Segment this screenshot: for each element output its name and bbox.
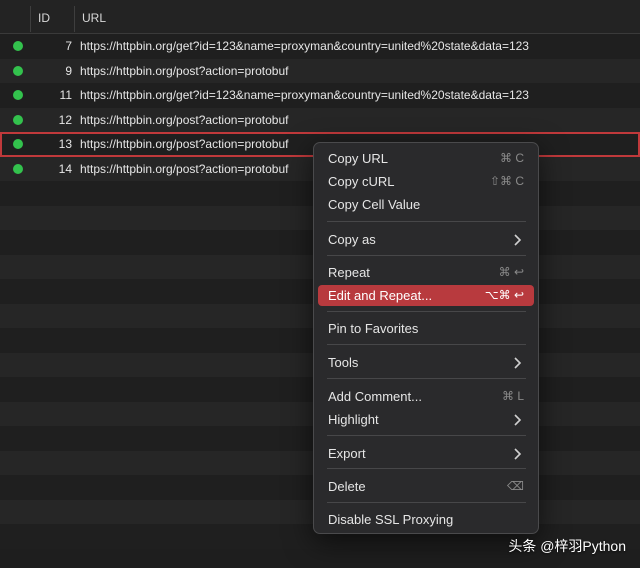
menu-item-label: Add Comment...	[328, 389, 422, 404]
cell-url: https://httpbin.org/post?action=protobuf	[80, 137, 289, 151]
menu-item-label: Copy as	[328, 232, 376, 247]
menu-item-delete[interactable]: Delete ⌫	[318, 476, 534, 497]
status-dot-icon	[13, 41, 23, 51]
table-header: ID URL	[0, 0, 640, 34]
menu-item-copy-as[interactable]: Copy as	[318, 229, 534, 250]
menu-item-copy-url[interactable]: Copy URL ⌘ C	[318, 148, 534, 169]
cell-url: https://httpbin.org/get?id=123&name=prox…	[80, 39, 529, 53]
menu-separator	[327, 221, 526, 222]
menu-item-label: Highlight	[328, 412, 379, 427]
context-menu: Copy URL ⌘ C Copy cURL ⇧⌘ C Copy Cell Value C…	[313, 142, 539, 534]
menu-item-label: Copy cURL	[328, 174, 395, 189]
menu-item-shortcut: ⌘ C	[500, 151, 524, 165]
menu-item-repeat[interactable]: Repeat ⌘ ↩	[318, 262, 534, 283]
menu-item-tools[interactable]: Tools	[318, 352, 534, 373]
table-row[interactable]: 7 https://httpbin.org/get?id=123&name=pro…	[0, 34, 640, 59]
menu-item-label: Edit and Repeat...	[328, 288, 433, 303]
cell-url: https://httpbin.org/get?id=123&name=prox…	[80, 88, 529, 102]
menu-item-shortcut: ⇧⌘ C	[489, 174, 524, 188]
menu-item-shortcut: ⌥⌘ ↩	[484, 288, 524, 302]
menu-item-copy-cell-value[interactable]: Copy Cell Value	[318, 194, 534, 215]
menu-item-highlight[interactable]: Highlight	[318, 409, 534, 430]
cell-id: 7	[65, 39, 72, 53]
menu-item-edit-and-repeat[interactable]: Edit and Repeat... ⌥⌘ ↩	[318, 285, 534, 306]
menu-separator	[327, 255, 526, 256]
menu-item-label: Delete	[328, 479, 366, 494]
menu-item-label: Tools	[328, 355, 359, 370]
menu-item-label: Copy URL	[328, 151, 388, 166]
menu-item-export[interactable]: Export	[318, 443, 534, 464]
menu-item-shortcut: ⌫	[507, 479, 524, 493]
column-divider[interactable]	[74, 6, 75, 32]
table-row[interactable]: 11 https://httpbin.org/get?id=123&name=pr…	[0, 83, 640, 108]
status-dot-icon	[13, 163, 23, 174]
cell-id: 12	[58, 112, 72, 127]
menu-separator	[327, 311, 526, 312]
chevron-right-icon	[514, 448, 522, 460]
cell-url: https://httpbin.org/post?action=protobuf	[80, 112, 289, 127]
chevron-right-icon	[514, 234, 522, 246]
menu-item-copy-curl[interactable]: Copy cURL ⇧⌘ C	[318, 171, 534, 192]
menu-separator	[327, 378, 526, 379]
cell-id: 14	[58, 161, 72, 176]
menu-separator	[327, 468, 526, 469]
menu-item-label: Repeat	[328, 265, 370, 280]
menu-item-add-comment[interactable]: Add Comment... ⌘ L	[318, 386, 534, 407]
watermark: 头条 @梓羽Python	[508, 538, 626, 554]
column-divider[interactable]	[30, 6, 31, 32]
cell-id: 11	[59, 88, 72, 102]
menu-item-shortcut: ⌘ L	[501, 389, 524, 403]
status-dot-icon	[13, 139, 23, 149]
menu-item-label: Disable SSL Proxying	[328, 512, 454, 527]
table-row[interactable]: 9 https://httpbin.org/post?action=protobu…	[0, 58, 640, 83]
menu-item-shortcut: ⌘ ↩	[498, 265, 524, 279]
cell-url: https://httpbin.org/post?action=protobuf	[80, 161, 289, 176]
menu-item-disable-ssl-proxying[interactable]: Disable SSL Proxying	[318, 509, 534, 530]
menu-separator	[327, 502, 526, 503]
status-dot-icon	[13, 90, 23, 100]
cell-id: 13	[58, 137, 72, 151]
column-header-id[interactable]: ID	[38, 0, 50, 34]
menu-separator	[327, 435, 526, 436]
cell-id: 9	[65, 63, 72, 78]
column-header-url[interactable]: URL	[82, 0, 106, 34]
status-dot-icon	[13, 65, 23, 76]
menu-item-pin-to-favorites[interactable]: Pin to Favorites	[318, 318, 534, 339]
menu-item-label: Pin to Favorites	[328, 321, 419, 336]
cell-url: https://httpbin.org/post?action=protobuf	[80, 63, 289, 78]
menu-item-label: Copy Cell Value	[328, 197, 421, 212]
table-row[interactable]: 12 https://httpbin.org/post?action=protob…	[0, 107, 640, 132]
menu-item-label: Export	[328, 446, 366, 461]
chevron-right-icon	[514, 414, 522, 426]
status-dot-icon	[13, 114, 23, 125]
chevron-right-icon	[514, 357, 522, 369]
menu-separator	[327, 344, 526, 345]
